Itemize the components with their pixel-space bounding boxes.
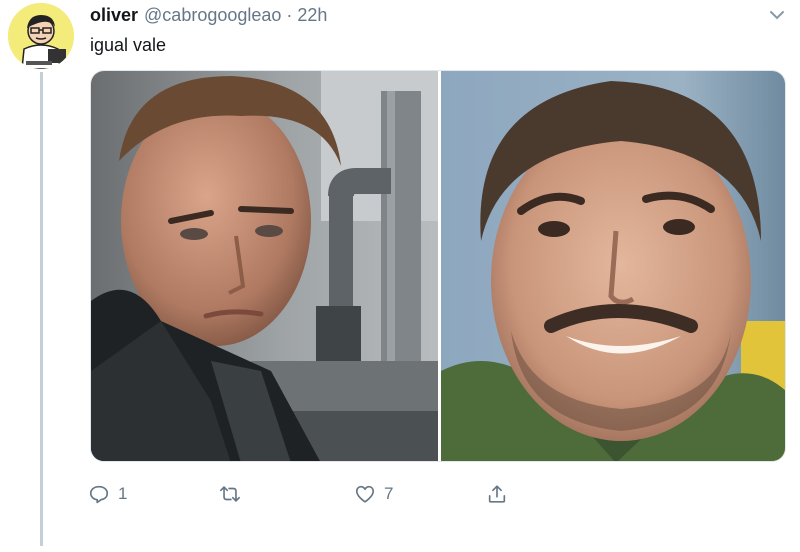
like-count: 7	[384, 484, 394, 503]
share-icon	[488, 485, 506, 503]
author-name[interactable]: oliver	[90, 5, 138, 26]
more-options-button[interactable]	[768, 8, 786, 22]
like-button[interactable]: 7	[354, 483, 393, 505]
chevron-down-icon	[770, 11, 784, 20]
heart-icon	[355, 485, 375, 503]
cartoon-avatar-icon	[8, 3, 74, 69]
tweet-actions: 1 7	[88, 483, 528, 513]
reply-count: 1	[118, 484, 128, 503]
tweet-text: igual vale	[90, 35, 167, 55]
media-grid	[90, 70, 786, 462]
retweet-button[interactable]	[219, 483, 249, 505]
tweet-header: oliver @cabrogoogleao · 22h	[90, 2, 327, 28]
reply-icon	[89, 485, 109, 504]
thread-line	[40, 72, 43, 546]
author-handle[interactable]: @cabrogoogleao	[144, 5, 281, 26]
timestamp[interactable]: 22h	[297, 5, 327, 26]
photo-right[interactable]	[441, 71, 785, 461]
retweet-icon	[220, 486, 240, 502]
photo-left[interactable]	[91, 71, 438, 461]
separator: ·	[286, 4, 293, 25]
share-button[interactable]	[486, 483, 508, 505]
reply-button[interactable]: 1	[88, 483, 127, 505]
avatar[interactable]	[8, 3, 74, 69]
